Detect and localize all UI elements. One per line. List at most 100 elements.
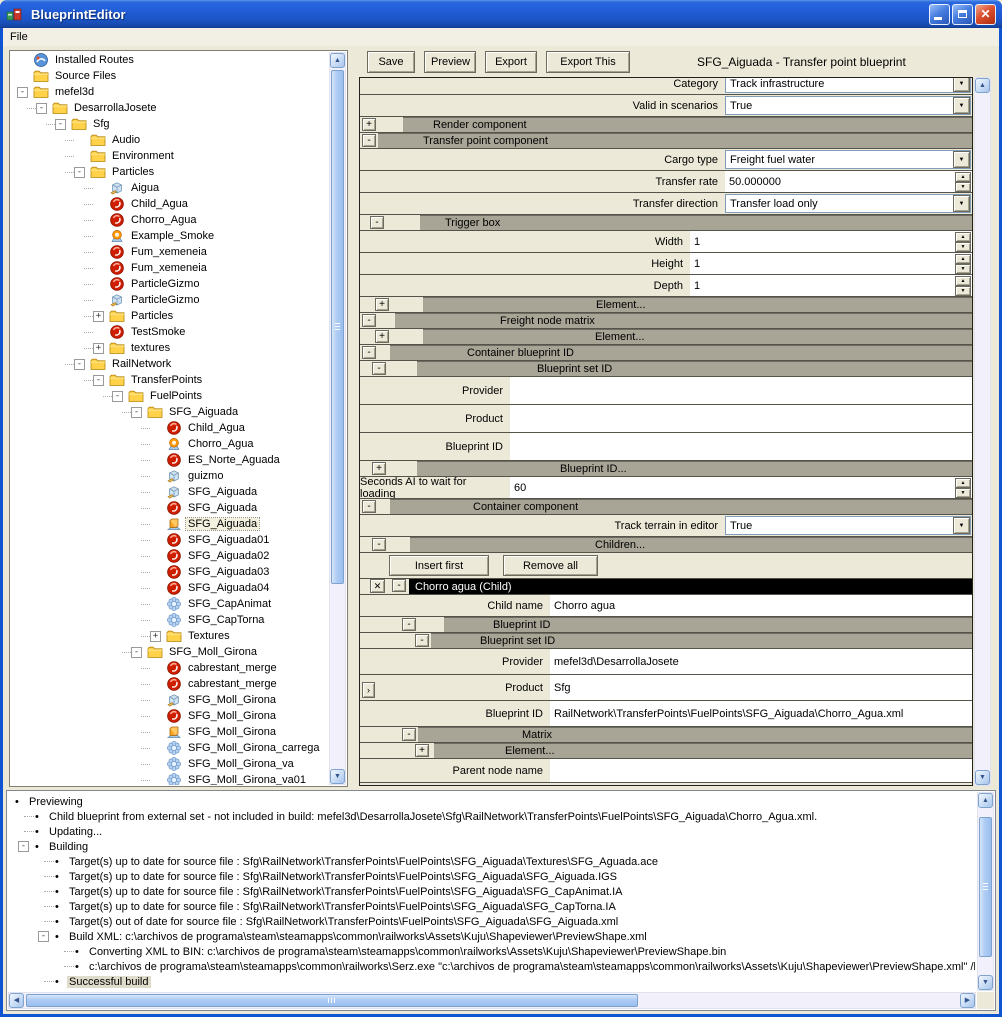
- tree-item[interactable]: cabrestant_merge: [11, 660, 329, 676]
- scroll-up-icon[interactable]: ▲: [330, 53, 345, 68]
- seconds-ai-to-wait-for-loading-input[interactable]: 60▲▼: [510, 477, 972, 498]
- tree-item[interactable]: -SFG_Moll_Girona: [11, 644, 329, 660]
- tree-item[interactable]: SFG_Moll_Girona_va01: [11, 772, 329, 785]
- scroll-down-icon[interactable]: ▼: [978, 975, 993, 990]
- tree-item[interactable]: SFG_Moll_Girona: [11, 692, 329, 708]
- expander-plus-icon[interactable]: +: [415, 744, 429, 757]
- tree-item[interactable]: Fum_xemeneia: [11, 244, 329, 260]
- tree-item[interactable]: -TransferPoints: [11, 372, 329, 388]
- tree-expander-icon[interactable]: -: [93, 375, 104, 386]
- expander-minus-icon[interactable]: -: [392, 579, 406, 592]
- transfer-direction-select[interactable]: Transfer load only▼: [725, 194, 971, 213]
- log-item[interactable]: •Updating...: [9, 824, 975, 839]
- preview-button[interactable]: Preview: [424, 51, 476, 73]
- tree-item[interactable]: SFG_Moll_Girona_carrega: [11, 740, 329, 756]
- spinner-buttons[interactable]: ▲▼: [955, 254, 971, 273]
- tree-expander-icon[interactable]: -: [36, 103, 47, 114]
- tree-item[interactable]: -mefel3d: [11, 84, 329, 100]
- log-item[interactable]: -•Building: [9, 839, 975, 854]
- tree-item[interactable]: SFG_Aiguada02: [11, 548, 329, 564]
- scroll-left-icon[interactable]: ◀: [9, 993, 24, 1008]
- tree-expander-icon[interactable]: +: [93, 311, 104, 322]
- tree-expander-icon[interactable]: -: [17, 87, 28, 98]
- scroll-right-icon[interactable]: ▶: [960, 993, 975, 1008]
- tree-expander-icon[interactable]: -: [112, 391, 123, 402]
- tree-expander-icon[interactable]: -: [74, 359, 85, 370]
- tree-item[interactable]: SFG_Aiguada: [11, 516, 329, 532]
- spinner-buttons[interactable]: ▲▼: [955, 232, 971, 251]
- tree-item[interactable]: Audio: [11, 132, 329, 148]
- tree-expander-icon[interactable]: +: [93, 343, 104, 354]
- tree-item[interactable]: TestSmoke: [11, 324, 329, 340]
- tree-item[interactable]: Environment: [11, 148, 329, 164]
- tree-item[interactable]: SFG_CapTorna: [11, 612, 329, 628]
- expander-plus-icon[interactable]: +: [362, 118, 376, 131]
- tree-item[interactable]: -RailNetwork: [11, 356, 329, 372]
- tree-expander-icon[interactable]: +: [150, 631, 161, 642]
- height-input[interactable]: 1▲▼: [690, 253, 972, 274]
- spinner-buttons[interactable]: ▲▼: [955, 478, 971, 497]
- remove-all-button[interactable]: Remove all: [503, 555, 598, 576]
- tree-item[interactable]: ParticleGizmo: [11, 276, 329, 292]
- remove-child-button[interactable]: ✕: [370, 579, 385, 593]
- tree-item[interactable]: -Sfg: [11, 116, 329, 132]
- log-item[interactable]: •c:\archivos de programa\steam\steamapps…: [9, 959, 975, 974]
- tree-item[interactable]: SFG_Aiguada04: [11, 580, 329, 596]
- close-button[interactable]: ✕: [975, 4, 996, 25]
- log-horizontal-scrollbar[interactable]: ◀ ▶: [8, 992, 976, 1009]
- tree-item[interactable]: -Particles: [11, 164, 329, 180]
- transfer-rate-input[interactable]: 50.000000▲▼: [725, 171, 972, 192]
- tree-expander-icon[interactable]: -: [131, 647, 142, 658]
- blueprint-id-input[interactable]: RailNetwork\TransferPoints\FuelPoints\SF…: [550, 701, 972, 726]
- track-terrain-in-editor-select[interactable]: True▼: [725, 516, 971, 535]
- log-hscroll-thumb[interactable]: [26, 994, 638, 1007]
- log-item[interactable]: •Target(s) up to date for source file : …: [9, 899, 975, 914]
- child-item-header[interactable]: Chorro agua (Child): [409, 579, 972, 594]
- log-item[interactable]: •Target(s) up to date for source file : …: [9, 884, 975, 899]
- product-input[interactable]: Sfg: [550, 675, 972, 700]
- cargo-type-select[interactable]: Freight fuel water▼: [725, 150, 971, 169]
- tree-item[interactable]: SFG_Aiguada: [11, 500, 329, 516]
- child-nav-button[interactable]: ›: [362, 682, 375, 698]
- provider-input[interactable]: [510, 377, 972, 404]
- dropdown-arrow-icon[interactable]: ▼: [953, 151, 970, 168]
- expander-minus-icon[interactable]: -: [370, 216, 384, 229]
- expander-minus-icon[interactable]: -: [372, 362, 386, 375]
- tree-item[interactable]: Fum_xemeneia: [11, 260, 329, 276]
- tree-item[interactable]: guizmo: [11, 468, 329, 484]
- tree-scrollbar[interactable]: ▲ ▼: [329, 52, 346, 785]
- tree-item[interactable]: SFG_CapAnimat: [11, 596, 329, 612]
- dropdown-arrow-icon[interactable]: ▼: [953, 77, 970, 92]
- log-item[interactable]: •Successful build: [9, 974, 975, 989]
- blueprint-id-input[interactable]: [510, 433, 972, 460]
- tree-item[interactable]: Example_Smoke: [11, 228, 329, 244]
- log-item[interactable]: -•Build XML: c:\archivos de programa\ste…: [9, 929, 975, 944]
- tree-item[interactable]: SFG_Moll_Girona: [11, 724, 329, 740]
- tree-item[interactable]: SFG_Moll_Girona: [11, 708, 329, 724]
- expander-minus-icon[interactable]: -: [362, 314, 376, 327]
- tree-item[interactable]: Installed Routes: [11, 52, 329, 68]
- tree-item[interactable]: cabrestant_merge: [11, 676, 329, 692]
- tree-item[interactable]: SFG_Moll_Girona_va: [11, 756, 329, 772]
- tree-item[interactable]: -FuelPoints: [11, 388, 329, 404]
- tree-item[interactable]: SFG_Aiguada: [11, 484, 329, 500]
- tree-item[interactable]: SFG_Aiguada01: [11, 532, 329, 548]
- product-input[interactable]: [510, 405, 972, 432]
- tree-item[interactable]: Aigua: [11, 180, 329, 196]
- expander-plus-icon[interactable]: +: [375, 330, 389, 343]
- expander-minus-icon[interactable]: -: [402, 618, 416, 631]
- provider-input[interactable]: mefel3d\DesarrollaJosete: [550, 649, 972, 674]
- export-this-button[interactable]: Export This: [546, 51, 630, 73]
- tree-item[interactable]: -DesarrollaJosete: [11, 100, 329, 116]
- tree-item[interactable]: Child_Agua: [11, 196, 329, 212]
- scroll-up-icon[interactable]: ▲: [978, 793, 993, 808]
- tree-expander-icon[interactable]: -: [131, 407, 142, 418]
- parent-node-name-input[interactable]: [550, 759, 972, 782]
- tree-scroll-thumb[interactable]: [331, 70, 344, 584]
- tree-item[interactable]: -SFG_Aiguada: [11, 404, 329, 420]
- log-vertical-scrollbar[interactable]: ▲ ▼: [977, 792, 994, 991]
- scroll-up-icon[interactable]: ▲: [975, 78, 990, 93]
- tree-expander-icon[interactable]: -: [55, 119, 66, 130]
- log-scroll-thumb[interactable]: [979, 817, 992, 957]
- tree-item[interactable]: SFG_Aiguada03: [11, 564, 329, 580]
